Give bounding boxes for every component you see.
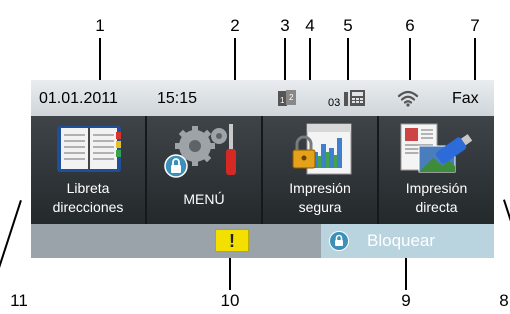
svg-text:2: 2 <box>289 93 294 102</box>
fax-memory-count: 03 <box>328 97 341 109</box>
leader-line-9 <box>405 254 407 290</box>
secure-print-button[interactable]: Impresión segura <box>263 116 379 224</box>
usb-direct-print-icon <box>399 122 473 181</box>
touchscreen-display: 01.01.2011 15:15 1 2 03 Fax Libreta dire… <box>31 80 494 258</box>
leader-line-8 <box>503 199 510 286</box>
menu-label: MENÚ <box>183 191 225 207</box>
secure-print-icon <box>285 122 357 181</box>
address-book-icon <box>57 124 121 177</box>
lock-label: Bloquear <box>367 231 436 250</box>
fax-memory-icon <box>344 89 366 107</box>
address-book-button[interactable]: Libreta direcciones <box>31 116 147 224</box>
callout-7: 7 <box>470 16 480 35</box>
callout-10: 10 <box>220 291 240 310</box>
callout-4: 4 <box>305 16 315 35</box>
menu-button[interactable]: MENÚ <box>147 116 263 224</box>
secure-print-label-line1: Impresión <box>289 180 351 196</box>
direct-print-label-line1: Impresión <box>405 180 468 196</box>
status-bar: 01.01.2011 15:15 1 2 03 Fax <box>31 80 494 116</box>
address-book-label-line2: direcciones <box>52 199 124 215</box>
menu-tile-row: Libreta direcciones MENÚ Impresión segur… <box>31 116 494 224</box>
lock-button[interactable]: Bloquear <box>321 224 494 258</box>
time-display: 15:15 <box>157 90 198 107</box>
callout-1: 1 <box>95 16 105 35</box>
bottom-bar: ! Bloquear <box>31 224 494 258</box>
mode-label: Fax <box>452 90 479 107</box>
direct-print-button[interactable]: Impresión directa <box>379 116 494 224</box>
callout-2: 2 <box>230 16 240 35</box>
leader-line-11 <box>0 200 22 287</box>
direct-print-label-line2: directa <box>415 199 458 215</box>
warning-icon[interactable]: ! <box>215 229 249 252</box>
date-display: 01.01.2011 <box>39 90 118 107</box>
wifi-icon <box>397 89 419 107</box>
callout-3: 3 <box>280 16 290 35</box>
svg-text:1: 1 <box>280 96 285 105</box>
settings-gear-icon <box>163 122 247 183</box>
callout-11: 11 <box>10 291 28 310</box>
callout-5: 5 <box>343 16 353 35</box>
callout-6: 6 <box>405 16 415 35</box>
callout-8: 8 <box>499 291 509 310</box>
address-book-label-line1: Libreta <box>66 180 110 196</box>
callout-9: 9 <box>401 291 411 310</box>
duplex-12-icon: 1 2 <box>278 90 296 107</box>
secure-print-label-line2: segura <box>298 199 342 215</box>
lock-icon <box>329 231 349 251</box>
